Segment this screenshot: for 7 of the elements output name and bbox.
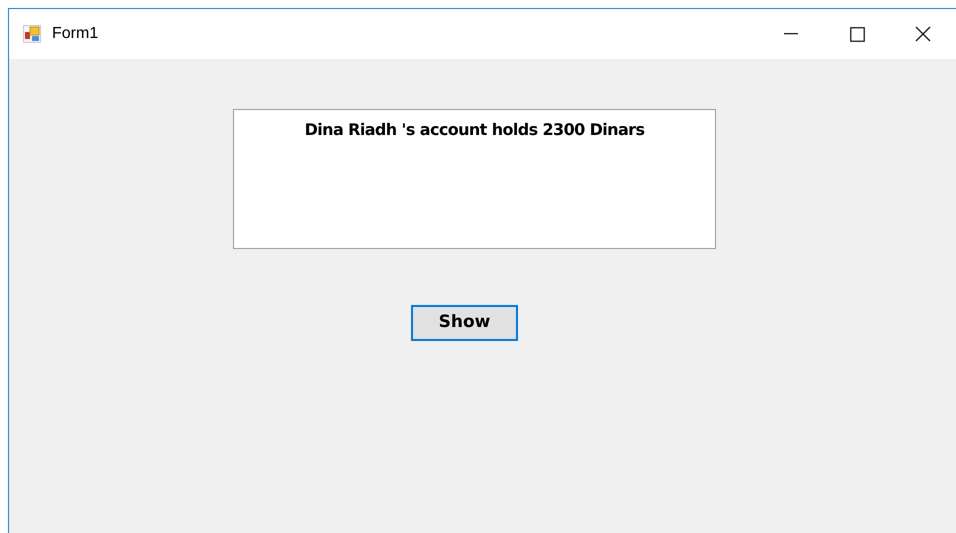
window-title: Form1 [52,24,98,44]
account-message: Dina Riadh 's account holds 2300 Dinars [304,119,644,141]
maximize-icon [850,26,864,42]
form-icon [23,25,41,43]
show-button[interactable]: Show [411,305,518,341]
close-icon [915,26,931,42]
minimize-icon [784,33,798,35]
